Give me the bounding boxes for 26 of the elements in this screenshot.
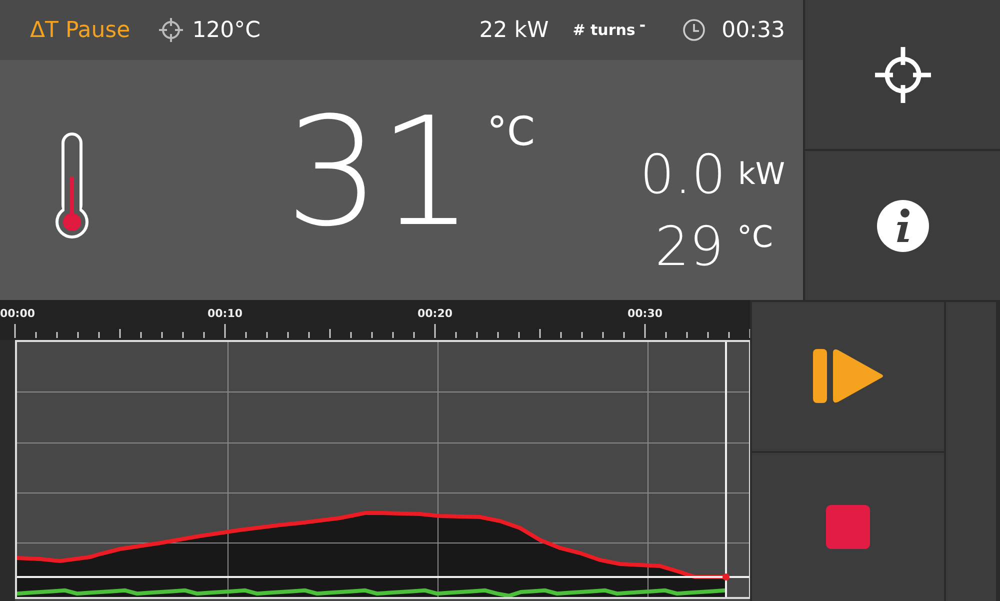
time-label: 00:30	[628, 307, 662, 320]
turns-label: # turns	[572, 20, 636, 41]
time-label: 00:10	[208, 307, 242, 320]
info-button[interactable]	[805, 151, 1000, 300]
elapsed-time: 00:33	[722, 16, 785, 44]
resume-icon	[812, 348, 884, 404]
temperature-unit: °C	[487, 112, 535, 152]
turns-value: -	[639, 15, 646, 36]
resume-button[interactable]	[752, 302, 944, 450]
secondary-temperature: 29	[655, 220, 724, 274]
temperature-value: 31	[285, 98, 472, 248]
time-label: 00:00	[0, 307, 36, 320]
mode-label: ΔT Pause	[30, 16, 130, 44]
crosshair-icon	[872, 44, 932, 104]
power-unit: kW	[738, 160, 786, 190]
secondary-temperature-unit: °C	[737, 223, 773, 253]
target-temperature: 120°C	[192, 16, 261, 44]
crosshair-icon	[158, 17, 184, 43]
target-button[interactable]	[805, 0, 1000, 149]
clock-icon	[682, 18, 706, 42]
stop-icon	[826, 504, 870, 549]
thermometer-icon	[53, 132, 91, 240]
power-reading: 0.0	[640, 148, 726, 202]
power-value: 22 kW	[479, 16, 549, 44]
info-icon	[876, 198, 930, 252]
time-label: 00:20	[418, 307, 452, 320]
